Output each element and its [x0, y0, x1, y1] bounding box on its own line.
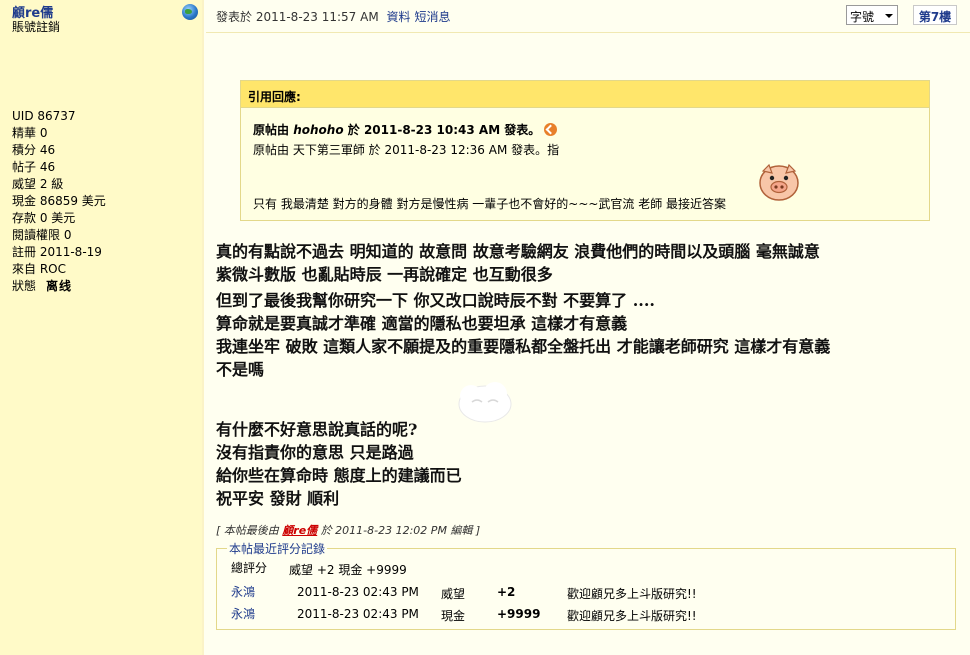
quote-title: 引用回應:: [241, 81, 929, 108]
post-line: 祝平安 發財 順利: [216, 489, 340, 508]
stat-read-permission: 閱讀權限 0: [12, 228, 72, 242]
post-line: 紫微斗數版 也亂貼時辰 一再說確定 也互動很多: [216, 265, 553, 284]
quote-origin-prefix: 原帖由: [253, 123, 290, 137]
post-line: 真的有點說不過去 明知道的 故意問 故意考驗網友 浪費他們的時間以及頭腦 毫無誠…: [216, 242, 820, 261]
rating-total-label: 總評分: [231, 561, 268, 575]
rating-reason: 歡迎顧兄多上斗版研究!!: [567, 587, 697, 601]
pm-link[interactable]: 短消息: [415, 10, 451, 24]
quote-origin-user[interactable]: hohoho: [293, 123, 343, 137]
status-label: 狀態: [12, 279, 37, 293]
rating-time: 2011-8-23 02:43 PM: [297, 585, 419, 599]
stat-points: 積分 46: [12, 143, 56, 157]
rating-log: 本帖最近評分記錄 總評分 威望 +2 現金 +9999 永鴻 2011-8-23…: [216, 540, 956, 630]
rating-amount: +2: [497, 585, 516, 599]
post-line: 不是嗎: [216, 360, 265, 379]
post-header: 發表於 2011-8-23 11:57 AM 資料 短消息: [216, 8, 451, 25]
edit-note-suffix: 於 2011-8-23 12:02 PM 編輯 ]: [320, 524, 481, 537]
font-size-select[interactable]: 字號: [846, 5, 898, 25]
stat-uid: UID 86737: [12, 109, 76, 123]
rating-total-value: 威望 +2 現金 +9999: [289, 563, 407, 577]
edit-note-prefix: [ 本帖最後由: [216, 524, 279, 537]
post-time: 發表於 2011-8-23 11:57 AM: [216, 10, 379, 24]
post-line: 算命就是要真誠才準確 適當的隱私也要坦承 這樣才有意義: [216, 314, 628, 333]
rating-reason: 歡迎顧兄多上斗版研究!!: [567, 609, 697, 623]
quote-text: 只有 我最清楚 對方的身體 對方是慢性病 一輩子也不會好的~~~武官流 老師 最…: [253, 197, 727, 211]
profile-link[interactable]: 資料: [387, 10, 411, 24]
floor-number-button[interactable]: 第7樓: [913, 5, 957, 25]
post-line: 給你些在算命時 態度上的建議而已: [216, 466, 462, 485]
post-line: 有什麼不好意思說真話的呢?: [216, 420, 418, 439]
offline-badge: 离线: [46, 279, 73, 293]
post-line: 但到了最後我幫你研究一下 你又改口說時辰不對 不要算了 ....: [216, 291, 655, 310]
globe-icon[interactable]: [182, 4, 198, 20]
post-line: 我連坐牢 破敗 這類人家不願提及的重要隱私都全盤托出 才能讓老師研究 這樣才有意…: [216, 337, 831, 356]
quote-box: 引用回應: 原帖由 hohoho 於 2011-8-23 10:43 AM 發表…: [240, 80, 930, 221]
cloud-smiley-icon: [458, 382, 512, 423]
font-size-label: 字號: [850, 10, 875, 24]
edit-note: [ 本帖最後由 顧re儒 於 2011-8-23 12:02 PM 編輯 ]: [216, 522, 480, 538]
quote-origin-suffix: 於 2011-8-23 10:43 AM 發表。: [347, 123, 541, 137]
stat-status: 狀態 离线: [12, 278, 106, 295]
header-divider: [206, 32, 970, 33]
stat-from: 來自 ROC: [12, 262, 66, 276]
rating-legend: 本帖最近評分記錄: [227, 540, 328, 557]
rating-time: 2011-8-23 02:43 PM: [297, 607, 419, 621]
quote-nested-line: 原帖由 天下第三軍師 於 2011-8-23 12:36 AM 發表。指: [253, 143, 560, 157]
rating-user[interactable]: 永鴻: [231, 605, 255, 622]
rating-field: 現金: [441, 609, 466, 623]
edit-note-user[interactable]: 顧re儒: [282, 524, 317, 537]
author-subtitle: 賬號註銷: [12, 20, 61, 34]
stat-posts: 帖子 46: [12, 160, 56, 174]
rating-field: 威望: [441, 587, 466, 601]
stat-digest: 精華 0: [12, 126, 48, 140]
post-body: 真的有點說不過去 明知道的 故意問 故意考驗網友 浪費他們的時間以及頭腦 毫無誠…: [216, 240, 830, 510]
author-sidebar: 顧re儒 賬號註銷 UID 86737 精華 0 積分 46 帖子 46 威望 …: [0, 0, 204, 655]
pig-smiley-icon: [759, 163, 799, 201]
stat-prestige: 威望 2 級: [12, 177, 64, 191]
go-to-post-icon[interactable]: [544, 123, 558, 136]
stat-registered: 註冊 2011-8-19: [12, 245, 102, 259]
rating-amount: +9999: [497, 607, 541, 621]
author-stats: UID 86737 精華 0 積分 46 帖子 46 威望 2 級 現金 868…: [12, 108, 106, 295]
stat-deposit: 存款 0 美元: [12, 211, 76, 225]
stat-cash: 現金 86859 美元: [12, 194, 106, 208]
rating-user[interactable]: 永鴻: [231, 583, 255, 600]
chevron-down-icon: [885, 14, 893, 18]
quote-origin: 原帖由 hohoho 於 2011-8-23 10:43 AM 發表。: [253, 121, 558, 138]
post-line: 沒有指責你的意思 只是路過: [216, 443, 414, 462]
